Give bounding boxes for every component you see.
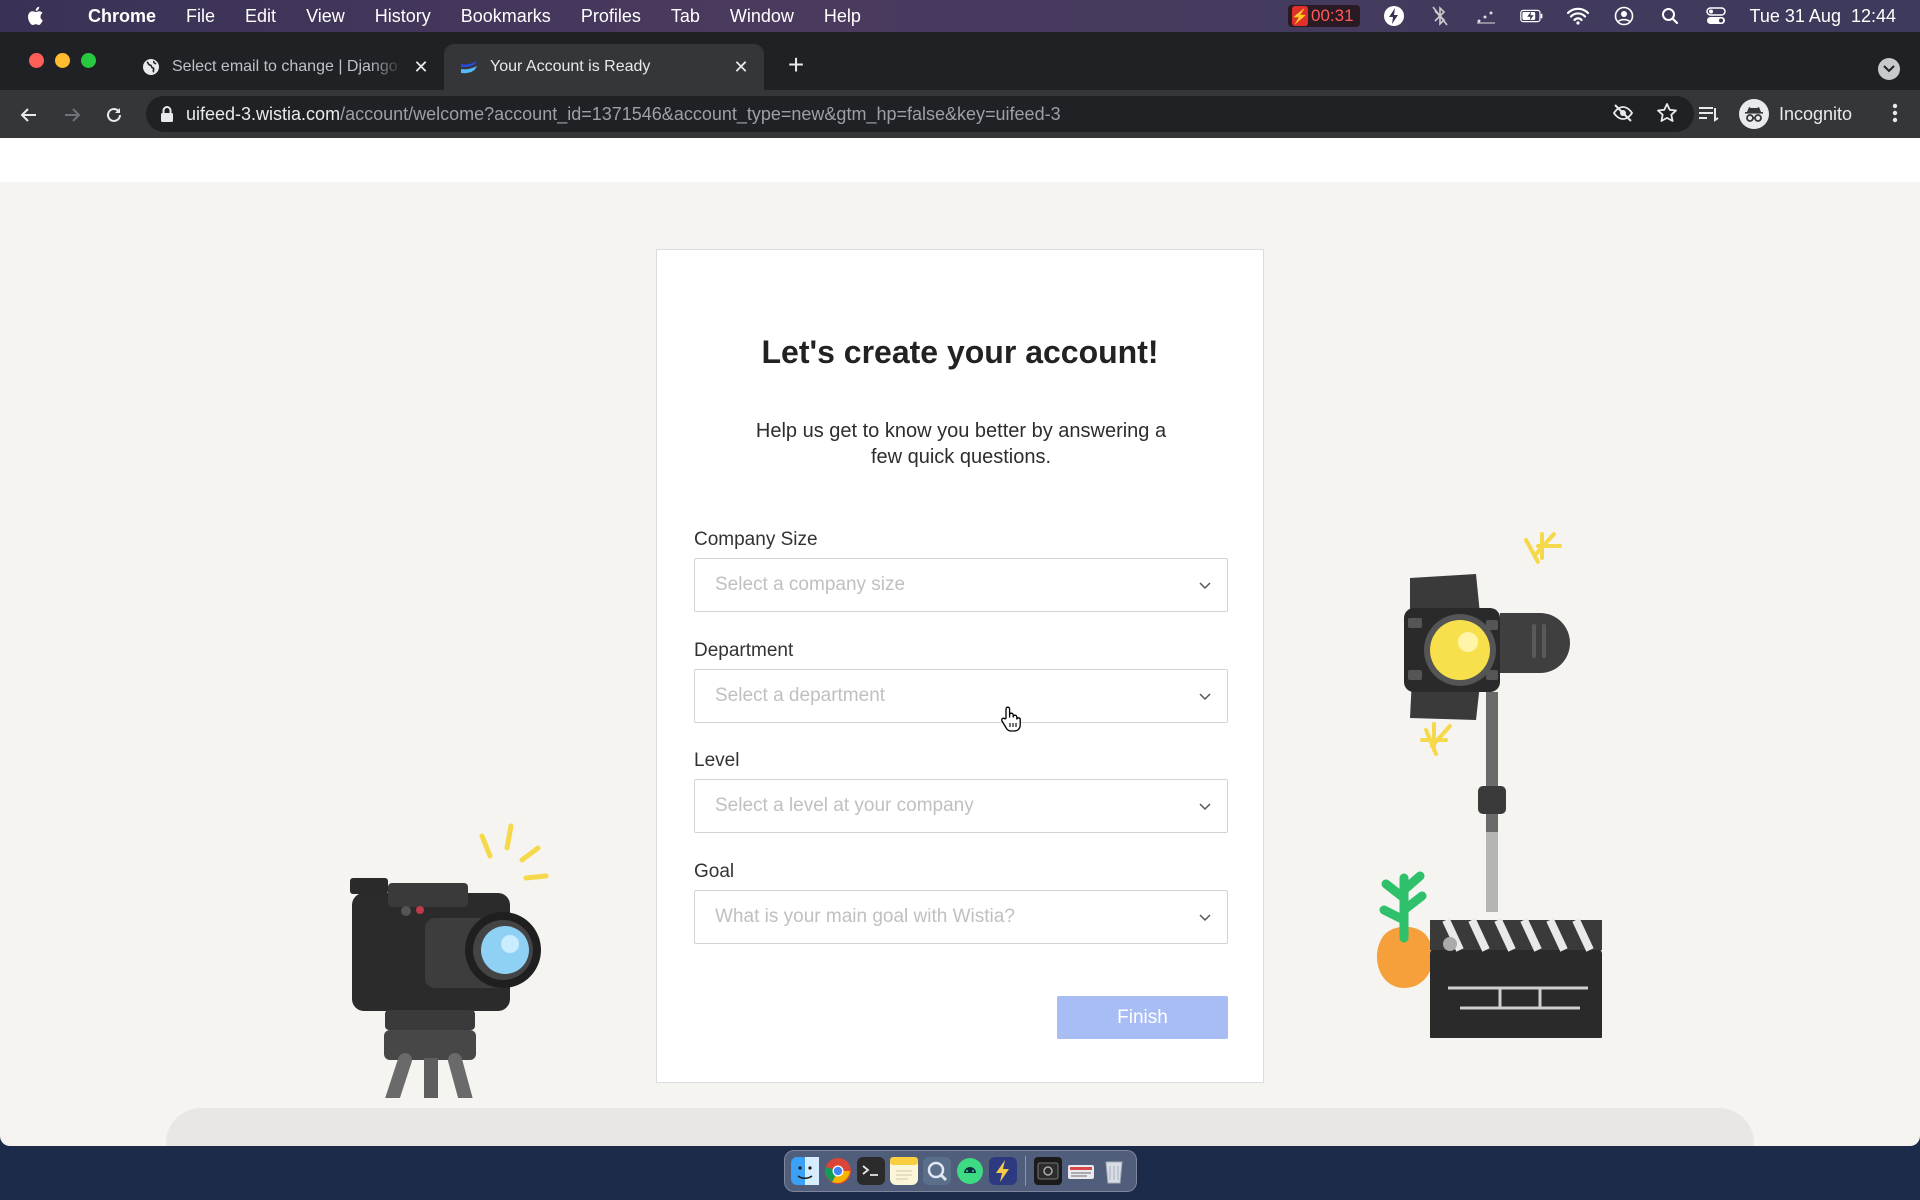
bolt-app-icon[interactable] <box>988 1156 1018 1186</box>
company-size-label: Company Size <box>694 529 818 550</box>
trash-icon[interactable] <box>1099 1156 1129 1186</box>
tab-search-icon[interactable] <box>1878 58 1900 80</box>
wistia-logo-icon <box>460 58 478 76</box>
chevron-down-icon <box>1199 693 1211 701</box>
tab-title: Your Account is Ready <box>490 58 651 75</box>
menu-window[interactable]: Window <box>730 6 794 27</box>
url-text[interactable]: uifeed-3.wistia.com/account/welcome?acco… <box>186 104 1061 125</box>
eye-slash-icon[interactable] <box>1612 102 1634 129</box>
tab-close-icon[interactable]: ✕ <box>410 56 432 78</box>
menu-file[interactable]: File <box>186 6 215 27</box>
browser-tab-strip: Select email to change | Django ✕ Your A… <box>0 32 1920 90</box>
dock-separator <box>1025 1156 1026 1186</box>
screenshot-icon[interactable] <box>1033 1156 1063 1186</box>
bluetooth-off-icon[interactable] <box>1428 4 1452 28</box>
address-bar[interactable]: uifeed-3.wistia.com/account/welcome?acco… <box>146 96 1694 132</box>
form-subtitle: Help us get to know you better by answer… <box>755 420 1167 468</box>
floor-shadow <box>166 1108 1754 1146</box>
url-path: /account/welcome?account_id=1371546&acco… <box>340 103 1061 124</box>
menu-profiles[interactable]: Profiles <box>581 6 641 27</box>
terminal-icon[interactable] <box>856 1156 886 1186</box>
user-account-icon[interactable] <box>1612 4 1636 28</box>
goal-select[interactable]: What is your main goal with Wistia? <box>694 890 1228 944</box>
goal-placeholder: What is your main goal with Wistia? <box>715 906 1015 927</box>
tab-your-account[interactable]: Your Account is Ready ✕ <box>444 44 764 90</box>
bookmark-star-icon[interactable] <box>1656 102 1678 129</box>
department-select[interactable]: Select a department <box>694 669 1228 723</box>
company-size-select[interactable]: Select a company size <box>694 558 1228 612</box>
browser-toolbar: uifeed-3.wistia.com/account/welcome?acco… <box>0 90 1920 138</box>
company-size-placeholder: Select a company size <box>715 574 906 595</box>
level-select[interactable]: Select a level at your company <box>694 779 1228 833</box>
activity-dots-icon[interactable] <box>1474 4 1498 28</box>
control-center-icon[interactable] <box>1704 4 1728 28</box>
studio-light-illustration <box>1376 532 1602 1038</box>
android-studio-icon[interactable] <box>955 1156 985 1186</box>
tab-close-icon[interactable]: ✕ <box>730 56 752 78</box>
recording-timer[interactable]: ⚡ 00:31 <box>1288 5 1360 27</box>
level-label: Level <box>694 750 740 771</box>
chevron-down-icon <box>1199 582 1211 590</box>
new-tab-button[interactable]: + <box>782 51 810 80</box>
finish-button[interactable]: Finish <box>1057 996 1228 1039</box>
reading-list-icon[interactable] <box>1696 102 1720 131</box>
forward-arrow-icon[interactable] <box>59 102 85 128</box>
window-minimize-button[interactable] <box>55 53 70 68</box>
profile-label: Incognito <box>1779 103 1853 124</box>
menu-bookmarks[interactable]: Bookmarks <box>461 6 551 27</box>
chrome-menu-icon[interactable] <box>1892 102 1898 129</box>
reload-icon[interactable] <box>101 102 127 128</box>
level-placeholder: Select a level at your company <box>715 795 974 816</box>
menu-help[interactable]: Help <box>824 6 861 27</box>
menu-app-name[interactable]: Chrome <box>88 6 156 27</box>
menu-view[interactable]: View <box>306 6 345 27</box>
url-host: uifeed-3.wistia.com <box>186 103 341 124</box>
web-page: Let's create your account! Help us get t… <box>0 138 1920 1146</box>
apple-menu-icon[interactable] <box>26 5 56 27</box>
menu-edit[interactable]: Edit <box>245 6 276 27</box>
chevron-down-icon <box>1199 803 1211 811</box>
camera-tripod-illustration <box>350 823 549 1098</box>
menubar-clock[interactable]: Tue 31 Aug 12:44 <box>1750 6 1896 27</box>
hand-cursor-icon <box>1001 706 1021 732</box>
chrome-icon[interactable] <box>823 1156 853 1186</box>
menu-tab[interactable]: Tab <box>671 6 700 27</box>
globe-icon <box>142 58 160 76</box>
window-zoom-button[interactable] <box>81 53 96 68</box>
menu-history[interactable]: History <box>375 6 431 27</box>
incognito-icon <box>1739 99 1769 129</box>
tab-django-admin[interactable]: Select email to change | Django ✕ <box>126 44 444 90</box>
preview-icon[interactable] <box>922 1156 952 1186</box>
incognito-profile-button[interactable]: Incognito <box>1735 95 1866 133</box>
page-header-bar <box>0 138 1920 182</box>
macos-menu-bar: Chrome File Edit View History Bookmarks … <box>0 0 1920 32</box>
department-placeholder: Select a department <box>715 685 886 706</box>
notes-icon[interactable] <box>889 1156 919 1186</box>
form-title: Let's create your account! <box>761 334 1159 370</box>
back-arrow-icon[interactable] <box>16 102 42 128</box>
spotlight-search-icon[interactable] <box>1658 4 1682 28</box>
goal-label: Goal <box>694 861 735 882</box>
account-setup-card: Let's create your account! Help us get t… <box>656 249 1264 1083</box>
window-close-button[interactable] <box>29 53 44 68</box>
battery-charging-icon[interactable] <box>1519 4 1544 28</box>
tab-title: Select email to change | Django <box>172 58 398 75</box>
keyboard-icon[interactable] <box>1066 1156 1096 1186</box>
macos-dock <box>784 1150 1137 1192</box>
bolt-circle-icon[interactable] <box>1382 4 1406 28</box>
department-label: Department <box>694 640 794 661</box>
lock-icon[interactable] <box>160 105 174 123</box>
timer-text: 00:31 <box>1311 6 1354 25</box>
chevron-down-icon <box>1199 914 1211 922</box>
wifi-icon[interactable] <box>1566 4 1590 28</box>
recording-bolt-icon: ⚡ <box>1291 6 1309 26</box>
finder-icon[interactable] <box>790 1156 820 1186</box>
